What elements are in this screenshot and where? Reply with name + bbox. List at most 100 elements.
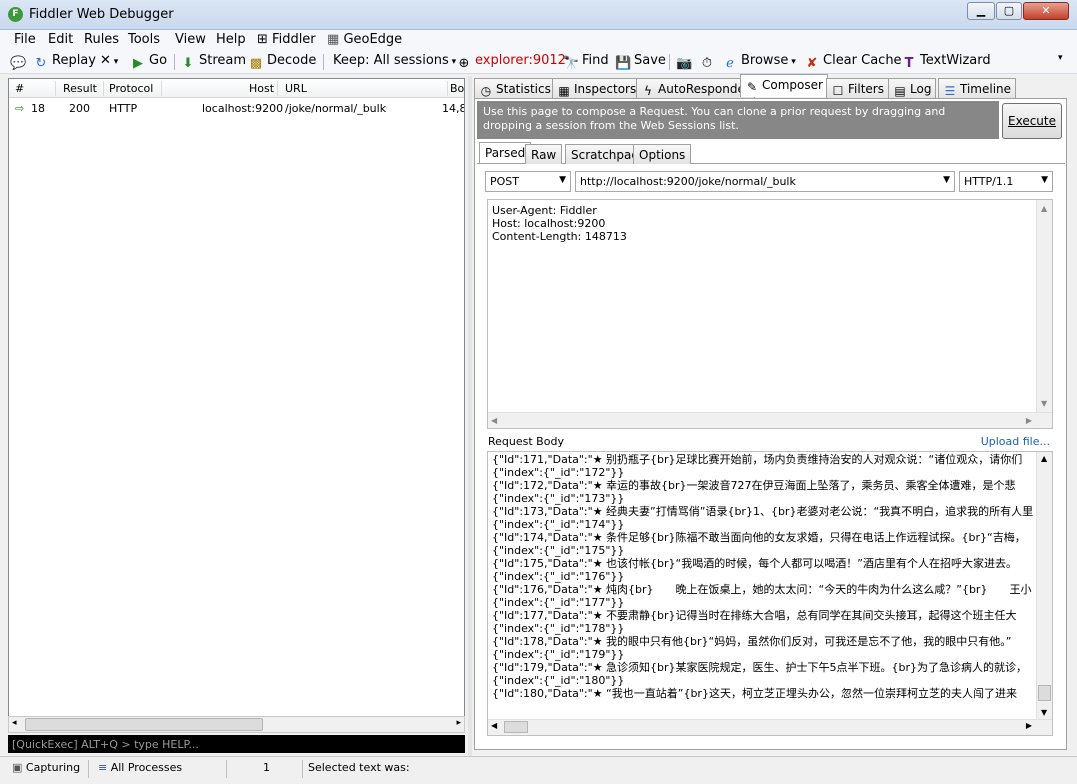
stream-button[interactable]: ⬇ Stream	[180, 53, 247, 72]
tab-options[interactable]: Options	[633, 144, 692, 164]
comment-button[interactable]: 💬	[10, 53, 29, 72]
http-version-select[interactable]: HTTP/1.1 ▼	[959, 171, 1053, 192]
header-line: User-Agent: Fiddler	[492, 204, 597, 217]
col-header-body[interactable]: Bod	[450, 82, 464, 95]
header-line: Content-Length: 148713	[492, 230, 627, 243]
replay-button[interactable]: ↻ Replay	[33, 53, 96, 72]
scroll-up-icon[interactable]: ▲	[1041, 454, 1047, 463]
col-header-result[interactable]: Result	[63, 82, 97, 95]
screenshot-button[interactable]: 📷	[676, 53, 695, 72]
col-header-host[interactable]: Host	[249, 82, 274, 95]
column-divider	[55, 81, 56, 96]
pane-splitter[interactable]	[468, 76, 472, 756]
menu-view[interactable]: View	[175, 32, 206, 47]
scrollbar-thumb[interactable]	[504, 721, 528, 733]
timer-button[interactable]: ⏱	[699, 53, 718, 72]
tab-autoresponder[interactable]: ϟ AutoResponder	[636, 78, 755, 99]
menu-edit[interactable]: Edit	[48, 32, 73, 47]
column-divider	[103, 81, 104, 96]
menu-help[interactable]: Help	[216, 32, 246, 47]
decode-button[interactable]: ▩ Decode	[248, 53, 317, 72]
request-body-editor[interactable]: {"Id":171,"Data":"★ 别扔瓶子{br}足球比赛开始前，场内负责…	[487, 451, 1053, 736]
composer-panel: Use this page to compose a Request. You …	[474, 98, 1067, 750]
tab-inspectors[interactable]: ▦ Inspectors	[552, 78, 642, 99]
text-wizard-button[interactable]: T TextWizard	[901, 53, 991, 72]
headers-horizontal-scrollbar[interactable]: ◀ ▶	[488, 412, 1052, 428]
method-select[interactable]: POST ▼	[485, 171, 571, 192]
tab-parsed[interactable]: Parsed	[479, 142, 532, 163]
process-filter[interactable]: ⊕ explorer:9012	[456, 53, 566, 72]
close-button[interactable]: ✕	[1023, 2, 1069, 20]
capturing-toggle[interactable]: ▣ Capturing	[12, 761, 80, 774]
chevron-down-icon: ▼	[1041, 175, 1048, 185]
body-vertical-scrollbar[interactable]: ▲ ▼	[1036, 452, 1052, 719]
col-header-protocol[interactable]: Protocol	[109, 82, 153, 95]
tab-composer[interactable]: ✎ Composer	[740, 74, 828, 97]
menu-file[interactable]: File	[14, 32, 36, 47]
capture-icon: ▣	[12, 761, 23, 774]
body-line: {"Id":176,"Data":"★ 炖肉{br} 晚上在饭桌上，她的太太问：…	[492, 583, 1032, 596]
scroll-left-icon[interactable]: ◀	[491, 721, 497, 730]
scroll-left-icon[interactable]: ◂	[12, 718, 17, 728]
minimize-button[interactable]: ▁	[967, 2, 995, 20]
body-line: {"index":{"_id":"179"}}	[492, 648, 625, 661]
url-input[interactable]: http://localhost:9200/joke/normal/_bulk ▼	[575, 171, 955, 192]
scrollbar-thumb[interactable]	[25, 718, 263, 731]
session-id: 18	[31, 102, 45, 115]
browse-button[interactable]: ℯ Browse ▾	[722, 53, 796, 72]
find-button[interactable]: 🔭 Find	[563, 53, 609, 72]
clear-cache-button[interactable]: ✘ Clear Cache	[804, 53, 902, 72]
request-headers-editor[interactable]: User-Agent: Fiddler Host: localhost:9200…	[487, 199, 1053, 429]
process-filter-toggle[interactable]: ≡ All Processes	[98, 761, 182, 774]
scroll-left-icon[interactable]: ◀	[491, 414, 497, 427]
go-button[interactable]: ▶ Go	[130, 53, 167, 72]
scrollbar-thumb[interactable]	[1038, 685, 1051, 701]
headers-vertical-scrollbar[interactable]: ▲ ▼	[1036, 200, 1052, 412]
play-icon: ▶	[133, 56, 143, 71]
toolbar-divider	[323, 54, 324, 70]
quickexec-input[interactable]: [QuickExec] ALT+Q > type HELP...	[8, 735, 465, 753]
scroll-right-icon[interactable]: ▶	[1026, 721, 1032, 730]
session-protocol: HTTP	[109, 102, 138, 115]
menu-geoedge[interactable]: ▦ GeoEdge	[327, 32, 402, 47]
chevron-down-icon: ▼	[943, 175, 950, 185]
inspector-icon: ▦	[558, 84, 570, 98]
tab-log[interactable]: ▤ Log	[888, 78, 937, 99]
body-line: {"Id":174,"Data":"★ 条件足够{br}陈福不敢当面向他的女友求…	[492, 531, 1026, 544]
scroll-right-icon[interactable]: ▶	[1026, 414, 1032, 427]
table-row[interactable]: ⇨ 18 200 HTTP localhost:9200 /joke/norma…	[9, 99, 464, 117]
log-icon: ▤	[894, 84, 906, 98]
col-header-url[interactable]: URL	[285, 82, 307, 95]
browser-icon: ℯ	[726, 56, 734, 71]
window-title: Fiddler Web Debugger	[29, 7, 174, 22]
checkbox-icon: ☐	[832, 84, 844, 98]
scroll-up-icon[interactable]: ▲	[1041, 202, 1047, 215]
col-header-number[interactable]: #	[15, 82, 24, 95]
body-line: {"index":{"_id":"175"}}	[492, 544, 625, 557]
sessions-horizontal-scrollbar[interactable]: ◂ ▸	[8, 716, 465, 733]
toolbar-divider	[174, 54, 175, 70]
tab-filters[interactable]: ☐ Filters	[826, 78, 889, 99]
body-line: {"index":{"_id":"173"}}	[492, 492, 625, 505]
status-message: Selected text was:	[308, 761, 410, 774]
remove-button[interactable]: ✕ ▾	[100, 53, 118, 68]
body-horizontal-scrollbar[interactable]: ◀ ▶	[488, 719, 1052, 735]
sessions-list[interactable]: # Result Protocol Host URL Bod ⇨ 18 200 …	[8, 78, 465, 733]
scroll-right-icon[interactable]: ▸	[456, 718, 461, 728]
maximize-button[interactable]: ▢	[996, 2, 1022, 20]
menu-fiddler[interactable]: ⊞ Fiddler	[257, 32, 316, 47]
save-button[interactable]: 💾 Save	[615, 53, 666, 72]
binoculars-icon: 🔭	[563, 56, 580, 71]
upload-file-link[interactable]: Upload file...	[981, 435, 1050, 448]
menu-rules[interactable]: Rules	[84, 32, 119, 47]
tab-raw[interactable]: Raw	[525, 144, 563, 164]
tab-timeline[interactable]: ☰ Timeline	[938, 78, 1017, 99]
scroll-down-icon[interactable]: ▼	[1041, 397, 1047, 410]
tab-statistics[interactable]: ◷ Statistics	[474, 78, 556, 99]
menu-tools[interactable]: Tools	[128, 32, 160, 47]
body-line: {"Id":179,"Data":"★ 急诊须知{br}某家医院规定，医生、护士…	[492, 661, 1028, 674]
execute-button[interactable]: Execute	[1002, 103, 1062, 139]
keep-sessions-dropdown[interactable]: Keep: All sessions ▾	[333, 53, 456, 68]
scroll-down-icon[interactable]: ▼	[1041, 708, 1047, 717]
toolbar-overflow-icon[interactable]: ▾	[1058, 53, 1063, 63]
